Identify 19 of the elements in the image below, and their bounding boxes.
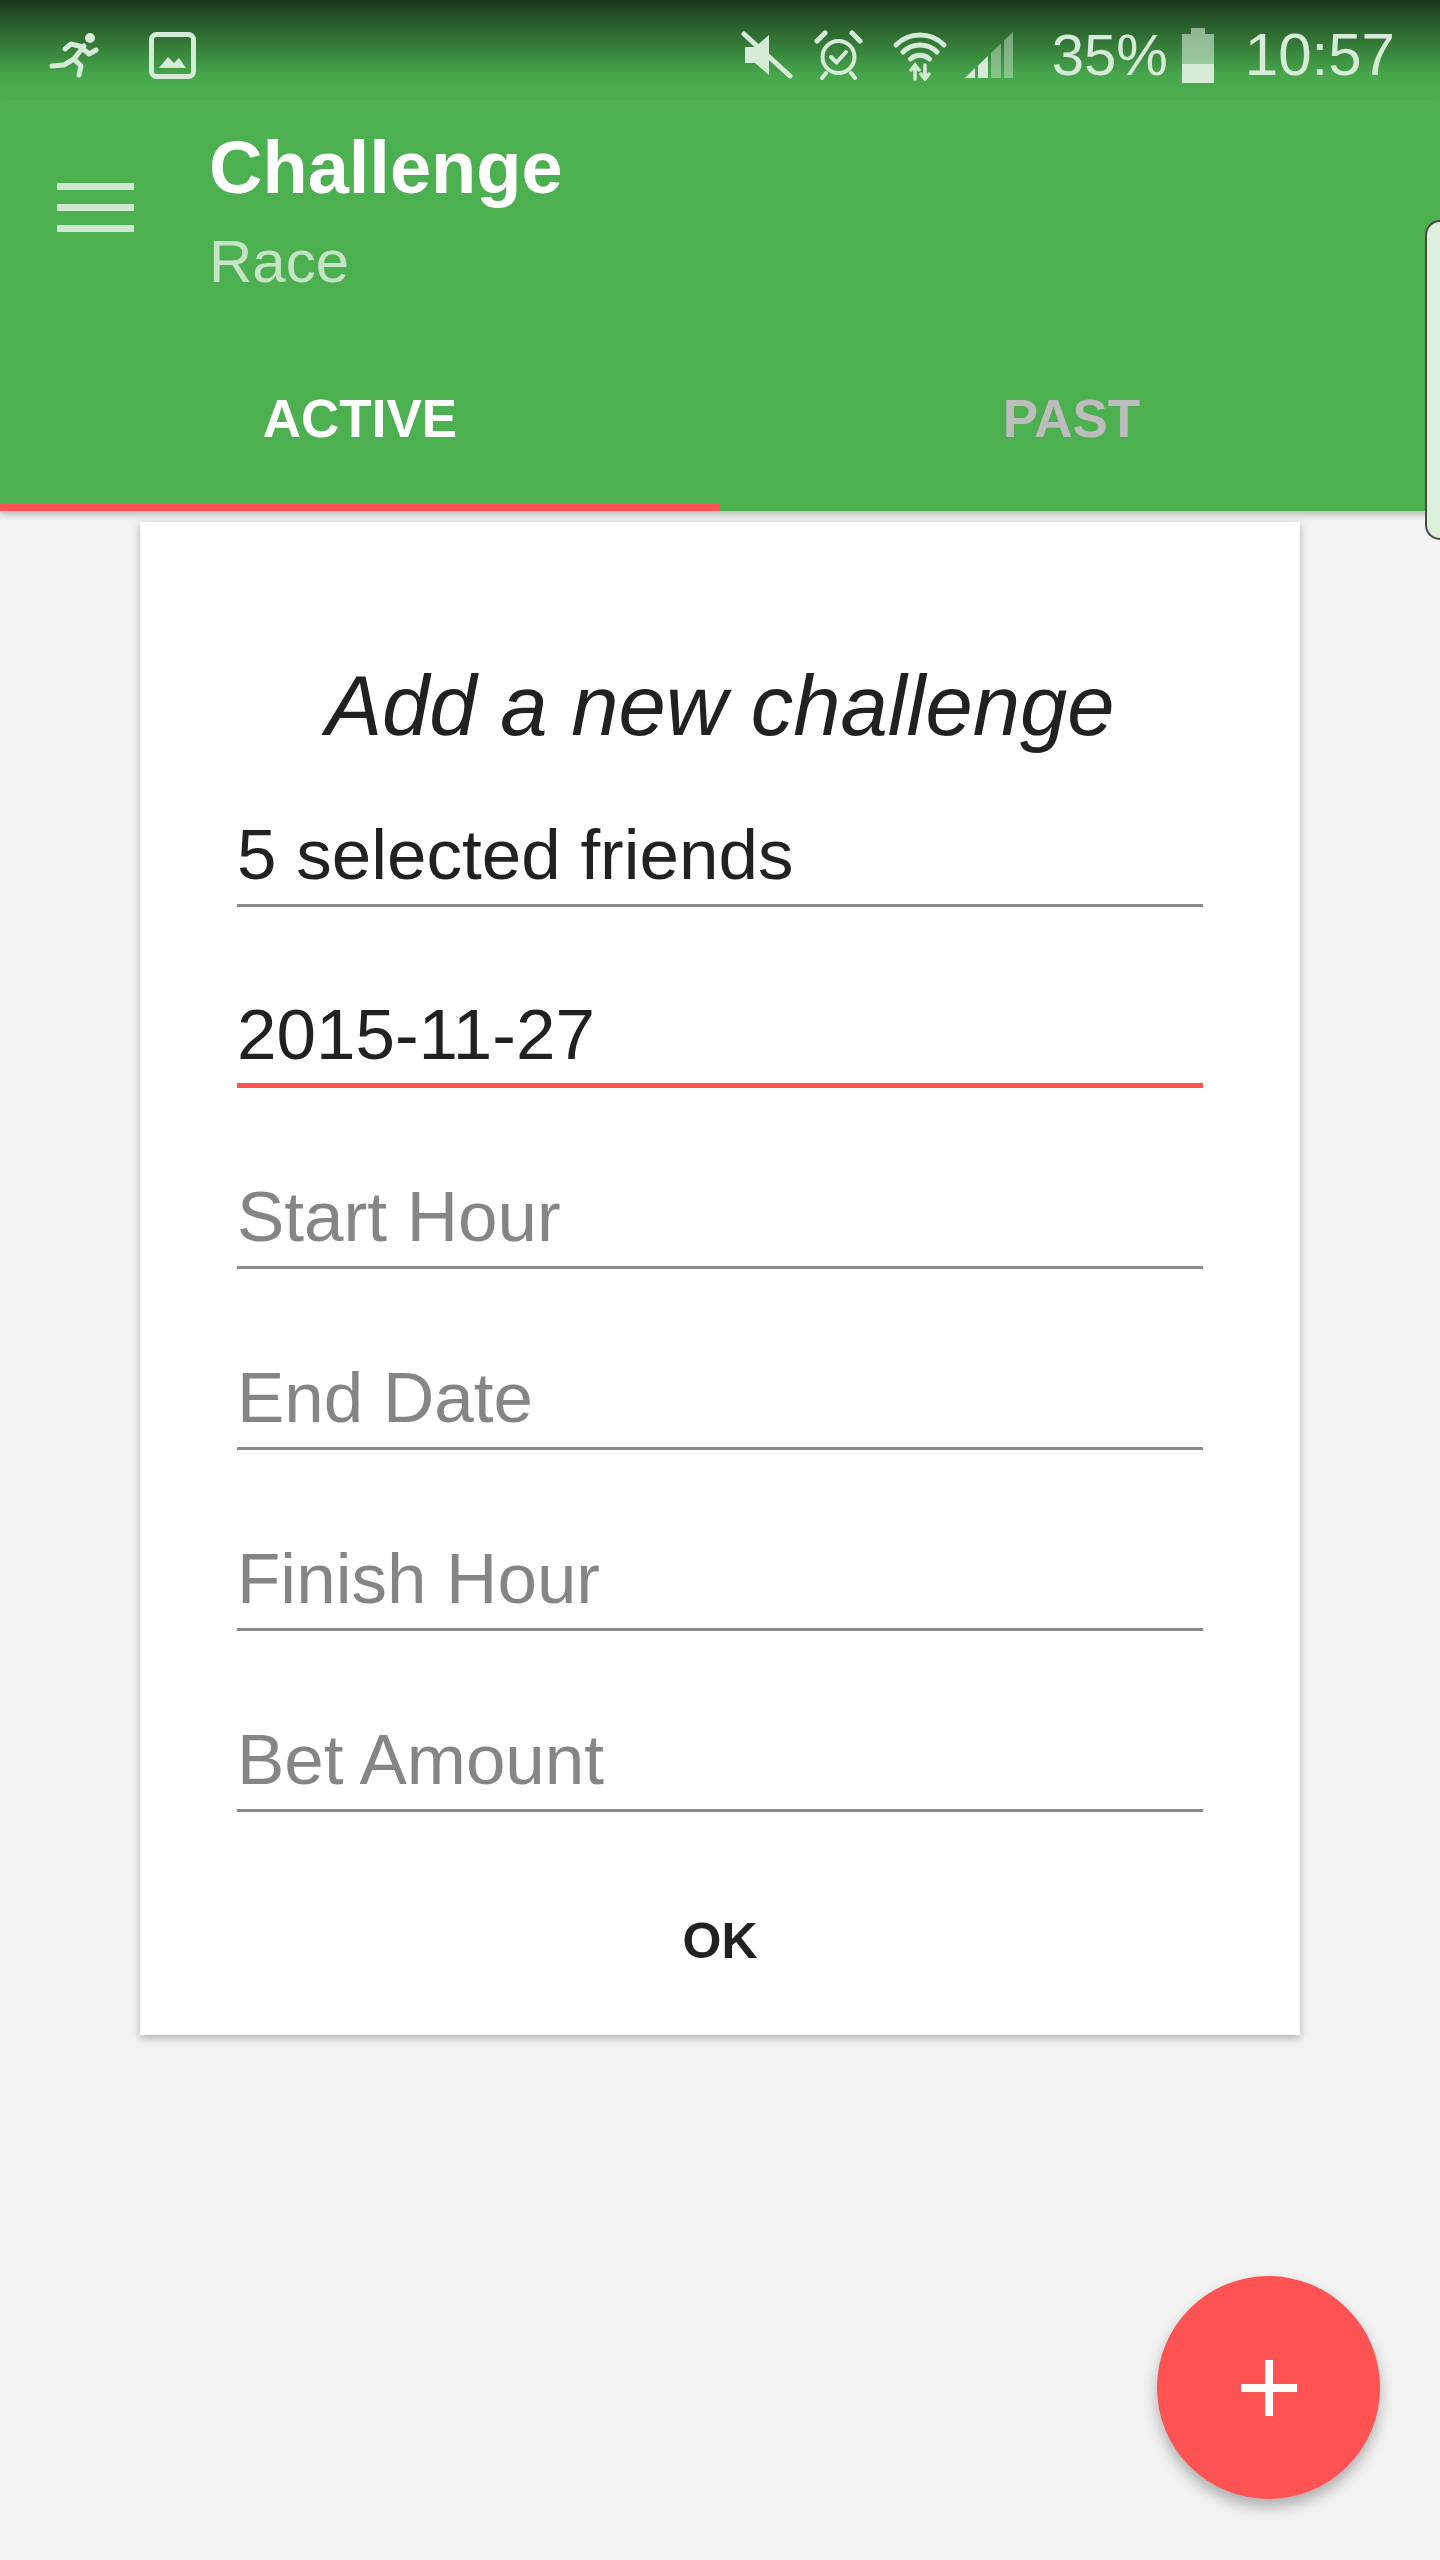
image-icon (149, 31, 196, 79)
input-field[interactable]: 2015-11-27 (237, 985, 1203, 1088)
battery-percentage: 35% (1051, 26, 1168, 84)
menu-icon[interactable] (57, 183, 134, 232)
muted-speaker-icon (738, 30, 794, 80)
status-time: 10:57 (1244, 25, 1395, 85)
battery-icon (1179, 27, 1216, 83)
app-title: Challenge (209, 126, 563, 210)
input-field[interactable]: End Date (237, 1347, 1203, 1450)
app-subtitle: Race (209, 227, 351, 297)
dialog-title: Add a new challenge (237, 656, 1203, 756)
running-person-icon (48, 32, 100, 78)
alarm-clock-icon (813, 30, 863, 80)
input-field[interactable]: Start Hour (237, 1166, 1203, 1269)
input-field[interactable]: 5 selected friends (237, 804, 1203, 907)
input-field[interactable]: Bet Amount (237, 1709, 1203, 1812)
input-field[interactable]: Finish Hour (237, 1528, 1203, 1631)
plus-icon (1240, 2359, 1297, 2416)
ok-button[interactable]: OK (622, 1886, 818, 1996)
